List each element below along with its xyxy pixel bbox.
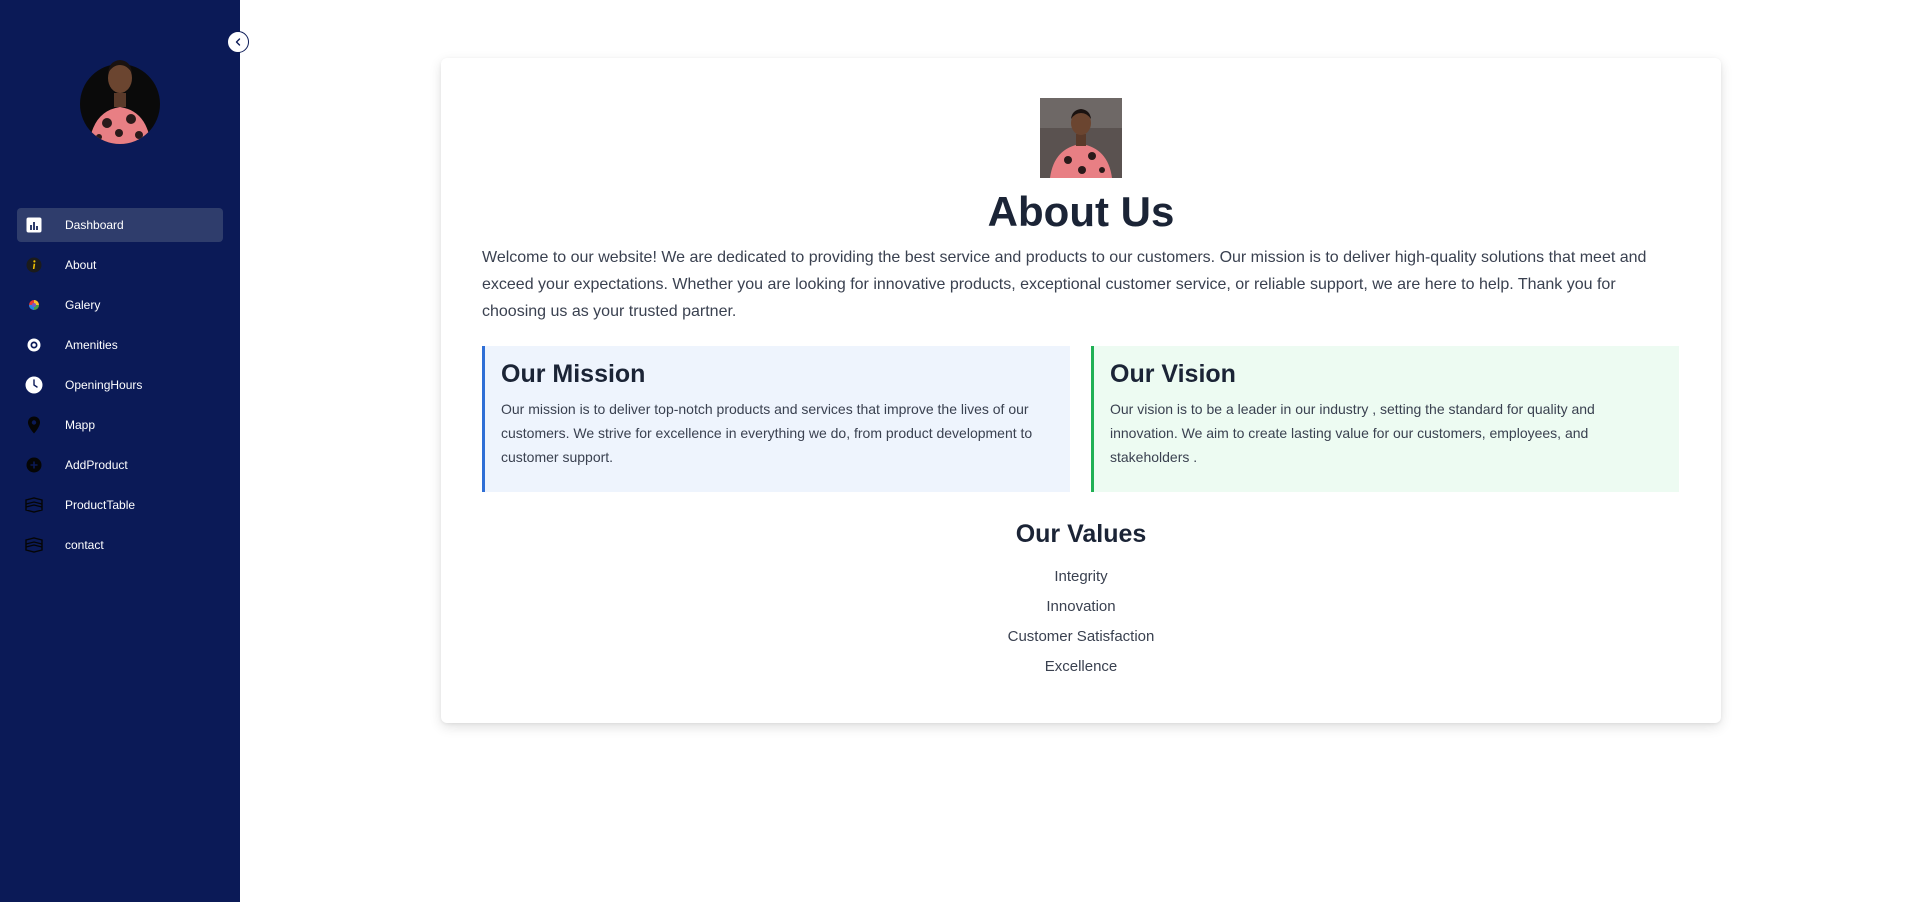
chart-bar-icon — [25, 216, 43, 234]
plus-circle-icon — [25, 456, 43, 474]
sidebar-item-label: ProductTable — [65, 498, 136, 512]
gallery-icon — [25, 296, 43, 314]
sidebar-item-label: AddProduct — [65, 458, 128, 472]
page-title: About Us — [987, 188, 1175, 235]
sidebar-item-producttable[interactable]: ProductTable — [17, 488, 223, 522]
sidebar-item-label: Amenities — [65, 338, 118, 352]
sidebar-item-amenities[interactable]: Amenities — [17, 328, 223, 362]
sidebar-item-label: OpeningHours — [65, 378, 143, 392]
value-item: Innovation — [1046, 598, 1116, 615]
app-root: Dashboard About Galery Amenities Opening… — [0, 0, 1910, 902]
mission-text: Our mission is to deliver top-notch prod… — [501, 401, 1033, 465]
contact-icon — [25, 536, 43, 554]
values-list: Integrity Innovation Customer Satisfacti… — [441, 562, 1721, 682]
vision-box: Our Vision Our vision is to be a leader … — [1091, 346, 1679, 492]
vision-text: Our vision is to be a leader in our indu… — [1110, 401, 1595, 465]
sidebar-item-label: Mapp — [65, 418, 96, 432]
sidebar-item-addproduct[interactable]: AddProduct — [17, 448, 223, 482]
value-item: Integrity — [1054, 568, 1108, 585]
chevron-left-icon — [235, 38, 241, 46]
settings-icon — [25, 336, 43, 354]
sidebar-item-galery[interactable]: Galery — [17, 288, 223, 322]
sidebar-item-about[interactable]: About — [17, 248, 223, 282]
map-pin-icon — [25, 416, 43, 434]
sidebar-item-label: Galery — [65, 298, 101, 312]
sidebar-nav: Dashboard About Galery Amenities Opening… — [17, 208, 223, 568]
sidebar-item-openinghours[interactable]: OpeningHours — [17, 368, 223, 402]
values-title: Our Values — [1015, 520, 1147, 548]
sidebar-collapse-button[interactable] — [227, 31, 249, 53]
info-icon — [25, 256, 43, 274]
clock-icon — [25, 376, 43, 394]
mission-title: Our Mission — [501, 360, 646, 388]
intro-paragraph: Welcome to our website! We are dedicated… — [482, 249, 1647, 320]
sidebar-item-label: Dashboard — [65, 218, 124, 232]
sidebar: Dashboard About Galery Amenities Opening… — [0, 0, 240, 902]
about-photo — [1040, 98, 1122, 178]
sidebar-item-contact[interactable]: contact — [17, 528, 223, 562]
profile-avatar[interactable] — [79, 45, 161, 145]
sidebar-item-label: About — [65, 258, 97, 272]
vision-title: Our Vision — [1110, 360, 1236, 388]
about-card: About Us Welcome to our website! We are … — [441, 58, 1721, 723]
value-item: Excellence — [1044, 658, 1118, 675]
mission-box: Our Mission Our mission is to deliver to… — [482, 346, 1070, 492]
value-item: Customer Satisfaction — [1007, 628, 1155, 645]
sidebar-item-label: contact — [65, 538, 104, 552]
sidebar-item-mapp[interactable]: Mapp — [17, 408, 223, 442]
sidebar-item-dashboard[interactable]: Dashboard — [17, 208, 223, 242]
table-icon — [25, 496, 43, 514]
